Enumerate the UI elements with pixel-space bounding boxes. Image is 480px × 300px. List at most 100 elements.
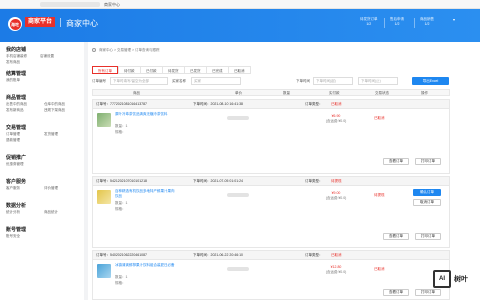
column-header: 交易状态 <box>375 91 389 95</box>
sidebar-group-trade: 交易管理 <box>6 124 26 131</box>
sidebar-group-title: 结算管理 <box>6 71 27 77</box>
price-note: (含运费:¥0.0) <box>325 119 347 123</box>
view-order-button[interactable]: 查看订单 <box>383 289 409 296</box>
order-card: 订单号：5402021062220461087 下单时间：2021-06-22 … <box>92 250 450 300</box>
export-excel-button[interactable]: 导出Excel <box>412 77 449 85</box>
sidebar-item[interactable]: 违规下架商品 <box>44 108 65 113</box>
sidebar-item[interactable]: 发布商品 <box>6 60 20 65</box>
sidebar-item[interactable]: 发货管理 <box>44 132 58 137</box>
time-end-input[interactable]: 下单时间(止) <box>358 77 398 85</box>
price-value: ¥6.90 <box>331 114 341 118</box>
sidebar-group-data: 数据分析 <box>6 202 26 209</box>
sidebar-item[interactable]: 退款管理 <box>6 138 20 143</box>
sidebar-item[interactable]: 商品统计 <box>44 210 58 215</box>
stat-value: 1/2 <box>424 22 430 26</box>
product-qty: 数量：1 <box>115 201 128 205</box>
header-stat-pending[interactable]: 待发货订单 1/2 <box>360 17 378 27</box>
product-qty: 数量：1 <box>115 124 128 128</box>
confirm-order-button[interactable]: 确认订单 <box>413 189 441 196</box>
product-thumbnail[interactable] <box>97 190 111 204</box>
order-type: 订单类型： <box>305 179 323 183</box>
sidebar-group-title: 我的店铺 <box>6 47 27 53</box>
buyer-blurred <box>227 193 249 197</box>
header-divider <box>60 18 61 27</box>
header-stat-sales[interactable]: 商品销售 1/2 <box>420 17 434 27</box>
tab-to-ship[interactable]: 待发货 <box>162 66 185 74</box>
header-stat-aftersale[interactable]: 售后申请 1/2 <box>390 17 404 27</box>
order-status-label: 已取消 <box>331 102 342 106</box>
price-value: ¥9.00 <box>331 191 341 195</box>
cancel-order-button[interactable]: 取消订单 <box>413 199 441 206</box>
watermark: AI 树叶 <box>433 270 473 292</box>
order-status: 已取消 <box>374 267 385 271</box>
watermark-logo: AI <box>433 270 451 288</box>
buyer-label: 买家名称 <box>172 79 186 83</box>
sidebar-group-title: 客户服务 <box>6 179 27 185</box>
sidebar-group-account: 账号管理 <box>6 226 26 233</box>
tab-pending-pay[interactable]: 待付款 <box>118 66 141 74</box>
logo-text: 海吃 <box>9 18 21 30</box>
tab-completed[interactable]: 已完成 <box>206 66 229 74</box>
print-order-button[interactable]: 打印订单 <box>415 233 441 240</box>
time-label: 下单时间 <box>296 79 310 83</box>
product-qty: 数量：1 <box>115 275 128 279</box>
tab-cancelled[interactable]: 已取消 <box>228 66 251 74</box>
sidebar-item[interactable]: 优惠券管理 <box>6 162 24 167</box>
column-header: 数量 <box>283 91 290 95</box>
product-name[interactable]: 冰镇清爽鲜榨果汁饮料组合装夏日必备 <box>115 263 175 268</box>
sidebar-item[interactable]: 发布新商品 <box>6 108 24 113</box>
sidebar-item[interactable]: 出售中的商品 <box>6 102 27 107</box>
browser-title: 商家中心 <box>104 2 120 7</box>
home-icon[interactable] <box>92 48 96 53</box>
column-header: 商品 <box>133 91 140 95</box>
chevron-down-icon[interactable]: ▾ <box>453 17 455 22</box>
order-price: ¥9.00 (含运费:¥0.0) <box>321 191 351 201</box>
order-price: ¥6.90 (含运费:¥0.0) <box>321 114 351 124</box>
view-order-button[interactable]: 查看订单 <box>383 158 409 165</box>
price-value: ¥12.80 <box>330 265 342 269</box>
column-header: 单价 <box>235 91 242 95</box>
order-status-label: 已取消 <box>331 253 342 257</box>
sidebar-group-title: 交易管理 <box>6 125 27 131</box>
tab-shipped[interactable]: 已发货 <box>184 66 207 74</box>
order-card: 订单号：5421202107010101218 下单时间：2021-07-05 … <box>92 176 450 248</box>
sidebar-item[interactable]: 我的账单 <box>6 78 20 83</box>
sidebar-group-service: 客户服务 <box>6 178 26 185</box>
sidebar-item[interactable]: 账号安全 <box>6 234 20 239</box>
order-no-input[interactable]: 下单时填写/留空为全部 <box>110 77 168 85</box>
sidebar-item[interactable]: 客户服务 <box>6 186 20 191</box>
product-name[interactable]: 百种精选有机饮品多地特产鲜果汁果肉饮品 <box>115 189 175 199</box>
sidebar-group-goods: 商品管理 <box>6 94 26 101</box>
buyer-input[interactable]: 买家 <box>191 77 241 85</box>
sidebar-group-store: 我的店铺 <box>6 46 26 53</box>
time-start-input[interactable]: 下单时间(起) <box>313 77 353 85</box>
tab-paid[interactable]: 已付款 <box>140 66 163 74</box>
product-thumbnail[interactable] <box>97 113 111 127</box>
product-name[interactable]: 原叶冷萃茶饮品清爽无糖冷茶饮料 <box>115 112 175 117</box>
sidebar-item-orders[interactable]: 订单管理 <box>6 132 20 137</box>
column-header: 操作 <box>421 91 428 95</box>
breadcrumb-item: 订单查询与跟踪 <box>134 48 160 52</box>
stat-label: 售后申请 <box>390 17 404 21</box>
sidebar-item[interactable]: 手机店铺装修 <box>6 54 27 59</box>
view-order-button[interactable]: 查看订单 <box>383 233 409 240</box>
order-type: 订单类型： <box>305 102 323 106</box>
breadcrumb-item[interactable]: 商家中心 <box>99 48 113 52</box>
order-header: 订单号：5421202107010101218 下单时间：2021-07-05 … <box>93 177 449 186</box>
sidebar-group-title: 促销推广 <box>6 155 27 161</box>
sidebar-item[interactable]: 仓库中的商品 <box>44 102 65 107</box>
stat-value: 1/2 <box>394 22 400 26</box>
print-order-button[interactable]: 打印订单 <box>415 158 441 165</box>
sidebar-item[interactable]: 店铺设置 <box>40 54 54 59</box>
order-time: 下单时间：2021-06-22 20:46:10 <box>193 253 243 257</box>
order-card: 订单号：7772021081016413787 下单时间：2021-08-10 … <box>92 99 450 174</box>
url-field[interactable] <box>40 2 100 7</box>
breadcrumb-item[interactable]: 交易管理 <box>117 48 131 52</box>
tab-all-orders[interactable]: 所有订单 <box>92 66 118 74</box>
sidebar-item[interactable]: 统计分析 <box>6 210 20 215</box>
sidebar: 我的店铺 手机店铺装修 店铺设置 发布商品 结算管理 我的账单 商品管理 出售中… <box>0 42 84 300</box>
product-thumbnail[interactable] <box>97 264 111 278</box>
order-status: 已取消 <box>374 116 385 120</box>
sidebar-item[interactable]: 评价管理 <box>44 186 58 191</box>
merchant-center-title: 商家中心 <box>66 19 98 28</box>
